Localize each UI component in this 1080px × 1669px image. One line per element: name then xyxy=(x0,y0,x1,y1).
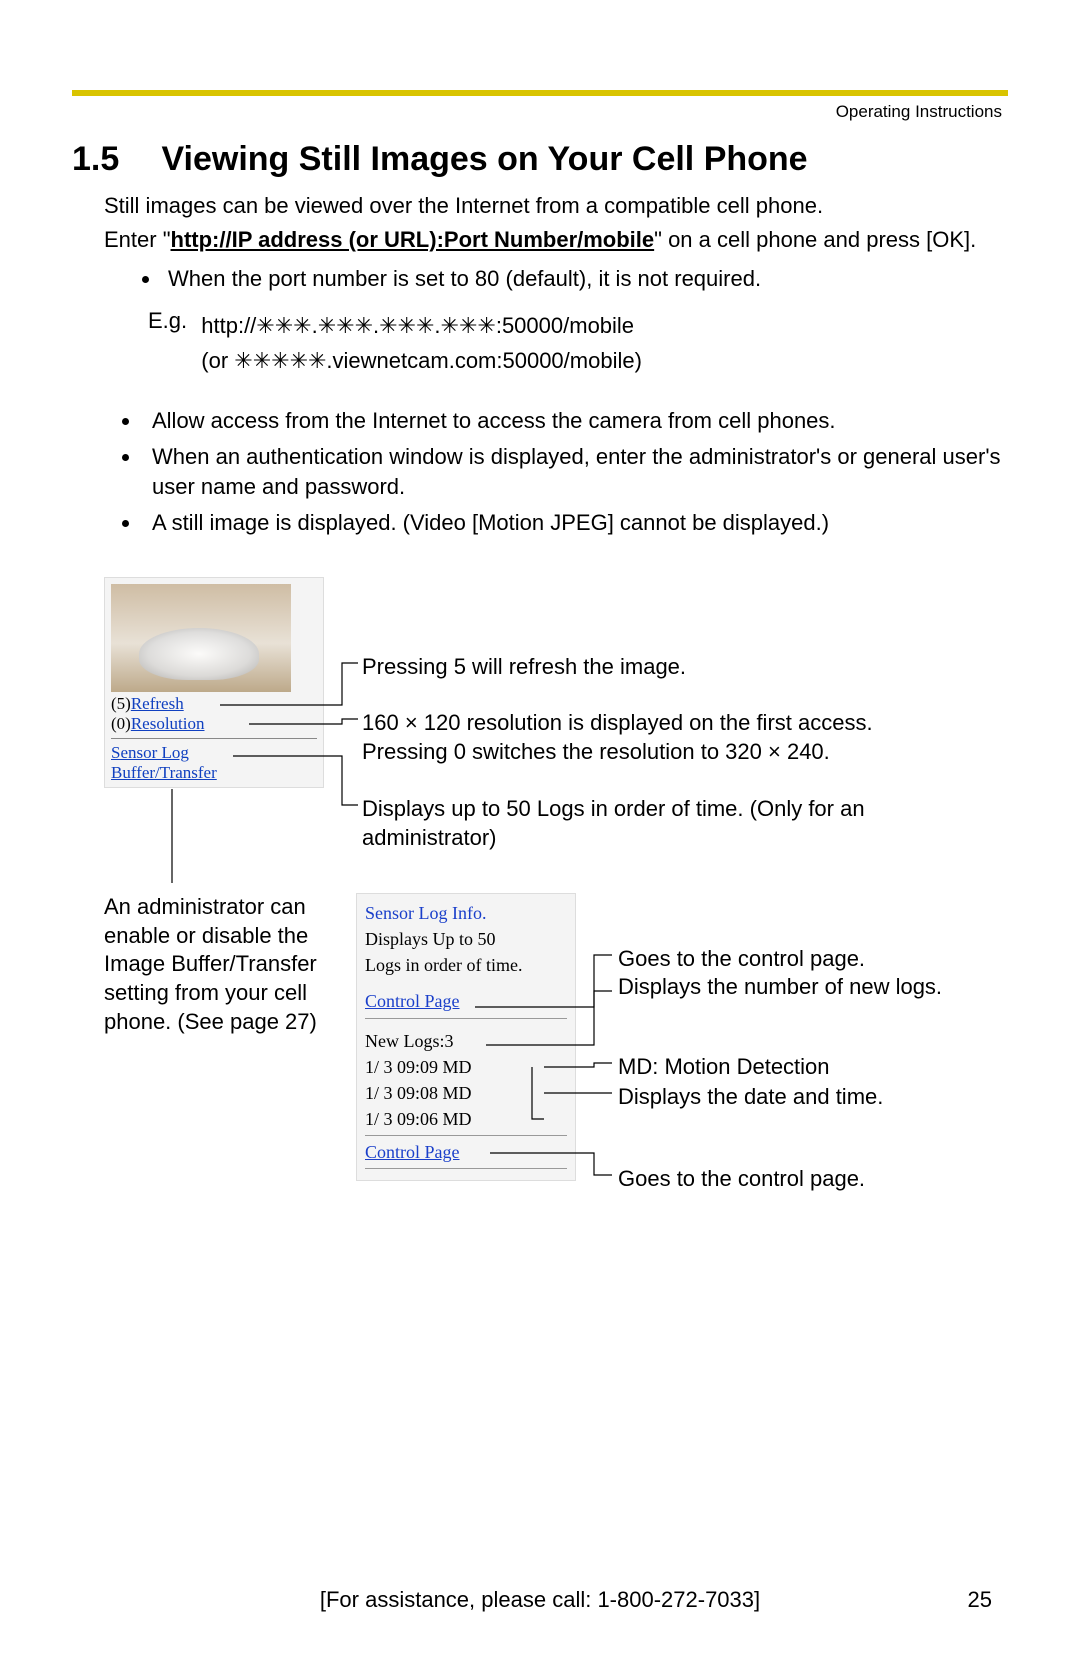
log-row: 1/ 3 09:08 MD xyxy=(365,1080,567,1106)
callout-control-top: Goes to the control page. xyxy=(618,945,958,974)
camera-still-image xyxy=(111,584,291,692)
header-rule xyxy=(72,90,1008,96)
section-title: Viewing Still Images on Your Cell Phone xyxy=(161,140,807,178)
callout-control-bottom: Goes to the control page. xyxy=(618,1165,958,1194)
phone-divider xyxy=(111,738,317,739)
control-page-link-top[interactable]: Control Page xyxy=(365,991,460,1011)
refresh-link[interactable]: Refresh xyxy=(131,694,184,713)
phone-screenshot: (5)Refresh (0)Resolution Sensor Log Buff… xyxy=(104,577,324,788)
list-item: A still image is displayed. (Video [Moti… xyxy=(142,508,1008,538)
buffer-transfer-link[interactable]: Buffer/Transfer xyxy=(111,763,217,782)
resolution-link[interactable]: Resolution xyxy=(131,714,205,733)
list-item: When an authentication window is display… xyxy=(142,442,1008,501)
callout-datetime: Displays the date and time. xyxy=(618,1083,958,1112)
callout-sensorlog: Displays up to 50 Logs in order of time.… xyxy=(362,795,922,852)
example-line2: (or ✳✳✳✳✳.viewnetcam.com:50000/mobile) xyxy=(201,348,642,373)
intro-block: Still images can be viewed over the Inte… xyxy=(104,191,1008,254)
intro-line2: Enter "http://IP address (or URL):Port N… xyxy=(104,225,1008,255)
header-doc-label: Operating Instructions xyxy=(72,102,1008,122)
phone-refresh-line: (5)Refresh xyxy=(105,694,323,714)
page-number: 25 xyxy=(968,1587,992,1613)
callout-newlogs: Displays the number of new logs. xyxy=(618,973,958,1002)
sensor-log-link[interactable]: Sensor Log xyxy=(111,743,189,762)
control-page-link-bottom[interactable]: Control Page xyxy=(365,1142,460,1162)
new-logs-label: New Logs:3 xyxy=(365,1028,567,1054)
example-label: E.g. xyxy=(148,308,187,334)
phone-resolution-line: (0)Resolution xyxy=(105,714,323,734)
section-heading: 1.5 Viewing Still Images on Your Cell Ph… xyxy=(72,140,1008,179)
top-bullet-list: When the port number is set to 80 (defau… xyxy=(162,264,1008,294)
example-line1: http://✳✳✳.✳✳✳.✳✳✳.✳✳✳:50000/mobile xyxy=(201,313,634,338)
intro-url: http://IP address (or URL):Port Number/m… xyxy=(171,227,655,252)
footer-assist: [For assistance, please call: 1-800-272-… xyxy=(0,1587,1080,1613)
log-desc1: Displays Up to 50 xyxy=(365,926,567,952)
intro-line1: Still images can be viewed over the Inte… xyxy=(104,191,1008,221)
example-block: E.g. http://✳✳✳.✳✳✳.✳✳✳.✳✳✳:50000/mobile… xyxy=(148,308,1008,378)
callout-refresh: Pressing 5 will refresh the image. xyxy=(362,653,922,682)
section-number: 1.5 xyxy=(72,140,152,179)
callout-resolution: 160 × 120 resolution is displayed on the… xyxy=(362,709,962,766)
diagram-area: (5)Refresh (0)Resolution Sensor Log Buff… xyxy=(72,577,1008,1257)
callout-md: MD: Motion Detection xyxy=(618,1053,958,1082)
log-desc2: Logs in order of time. xyxy=(365,952,567,978)
admin-note: An administrator can enable or disable t… xyxy=(104,893,344,1036)
list-item: When the port number is set to 80 (defau… xyxy=(162,264,1008,294)
main-bullet-list: Allow access from the Internet to access… xyxy=(142,406,1008,537)
sensor-log-screenshot: Sensor Log Info. Displays Up to 50 Logs … xyxy=(356,893,576,1181)
list-item: Allow access from the Internet to access… xyxy=(142,406,1008,436)
log-row: 1/ 3 09:09 MD xyxy=(365,1054,567,1080)
log-row: 1/ 3 09:06 MD xyxy=(365,1106,567,1132)
log-title: Sensor Log Info. xyxy=(365,900,567,926)
